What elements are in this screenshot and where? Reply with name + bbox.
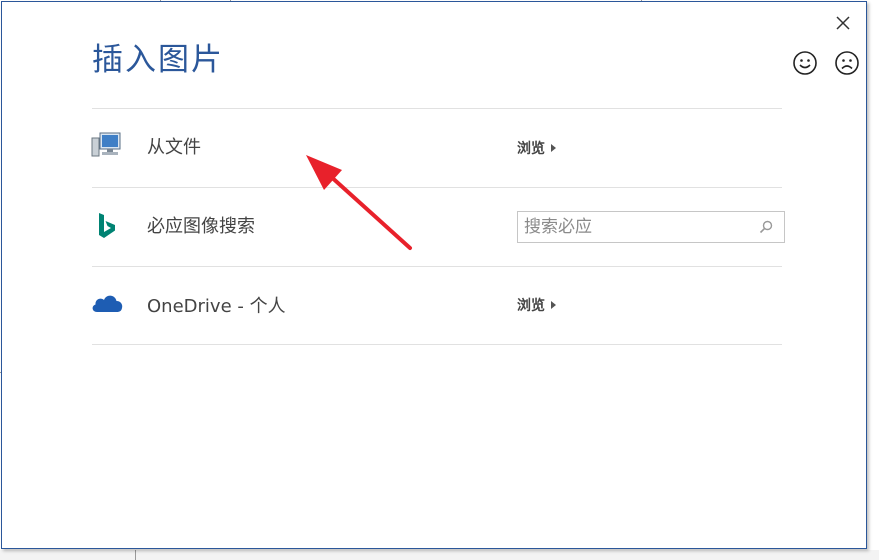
separator [92,187,782,188]
from-file-label[interactable]: 从文件 [147,135,201,161]
close-button[interactable] [832,12,854,34]
onedrive-browse-button[interactable]: 浏览 [517,296,556,316]
triangle-right-icon [551,301,556,309]
browse-label: 浏览 [517,298,545,314]
smile-icon [793,51,817,75]
smile-feedback-button[interactable] [792,50,818,76]
browse-label: 浏览 [517,141,545,157]
separator [92,266,782,267]
separator [92,344,782,345]
insert-picture-dialog: 插入图片 从文件 浏览 必应图像搜索 搜索必应 OneDrive - 个人 浏览 [1,1,867,549]
dialog-title: 插入图片 [92,42,224,78]
search-icon [759,220,773,234]
bing-search-box [517,211,785,243]
from-file-browse-button[interactable]: 浏览 [517,139,556,159]
onedrive-cloud-icon [90,292,124,318]
close-icon [836,16,850,30]
frown-icon [835,51,859,75]
onedrive-label[interactable]: OneDrive - 个人 [147,294,286,320]
document-edge-line [135,550,136,560]
search-button[interactable] [758,219,774,235]
triangle-right-icon [551,144,556,152]
bing-search-input[interactable] [524,215,749,239]
computer-icon [90,130,124,164]
separator [92,108,782,109]
bing-icon [96,211,118,245]
document-background [0,550,879,560]
frown-feedback-button[interactable] [834,50,860,76]
bing-search-label: 必应图像搜索 [147,216,255,237]
